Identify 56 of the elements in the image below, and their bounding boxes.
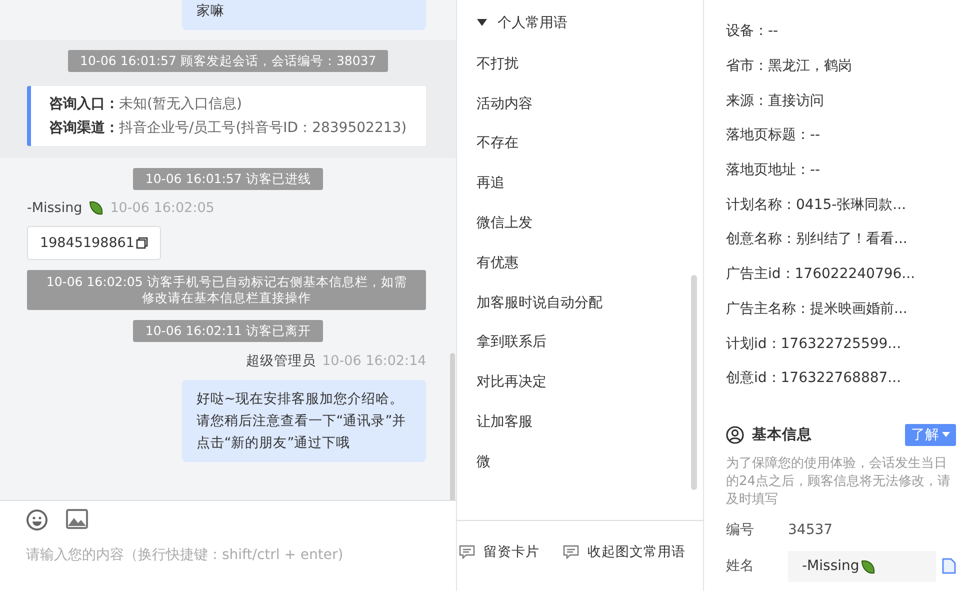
phone-number: 19845198861 [40, 235, 134, 251]
message-input[interactable]: 请输入您的内容（换行快捷键：shift/ctrl + enter) [26, 547, 430, 563]
phrase-item[interactable]: 不存在 [457, 124, 703, 164]
info-row-text: 省市：黑龙江，鹤岗 [726, 57, 853, 76]
image-icon[interactable] [66, 509, 88, 529]
name-field[interactable]: -Missing [788, 550, 936, 582]
system-notice: 10-06 16:02:11 访客已离开 [133, 320, 323, 342]
leaf-icon [860, 558, 876, 575]
phrase-item[interactable]: 让加客服 [457, 402, 703, 442]
scrollbar[interactable] [691, 275, 697, 490]
comment-icon [459, 545, 476, 559]
sender-name: 超级管理员 [246, 352, 316, 370]
phrase-item[interactable]: 加客服时说自动分配 [457, 282, 703, 323]
phrase-item[interactable]: 拿到联系后 [457, 322, 703, 362]
info-row-text: 计划id：176322725599... [726, 334, 902, 354]
scrollbar[interactable] [450, 353, 456, 500]
info-row-text: 设备：-- [726, 22, 780, 42]
source-field: 咨询渠道：抖音企业号/员工号(抖音号ID：2839502213) [49, 119, 408, 137]
info-row-text: 落地页地址：-- [726, 161, 822, 180]
system-notice: 10-06 16:01:57 顾客发起会话，会话编号：38037 [68, 50, 388, 72]
message-bubble: 家嘛 [182, 0, 426, 30]
phrase-item[interactable]: 有优惠 [457, 242, 703, 283]
source-field: 咨询入口：未知(暂无入口信息) [49, 95, 408, 113]
user-icon [726, 426, 744, 444]
phrase-item[interactable]: 不打扰 [457, 44, 703, 84]
field-label: 姓名 [726, 557, 755, 576]
system-notice: 10-06 16:01:57 访客已进线 [133, 168, 323, 190]
info-row-text: 落地页标题：-- [726, 126, 822, 146]
group-label: 个人常用语 [497, 14, 568, 32]
field-value: 34537 [788, 522, 833, 538]
phrase-item[interactable]: 再追 [457, 163, 703, 204]
phrase-action-button[interactable]: 留资卡片 [459, 543, 540, 561]
info-row-text: 创意id：176322768887... [726, 369, 902, 388]
sender-name: -Missing [27, 200, 82, 216]
message-time: 10-06 16:02:14 [322, 353, 426, 369]
system-notice: 10-06 16:02:05 访客手机号已自动标记右侧基本信息栏，如需修改请在基本信息栏直接操作 [27, 270, 426, 310]
comment-icon [563, 545, 580, 559]
info-row-text: 广告主id：176022240796... [726, 265, 916, 284]
info-row-text: 广告主名称：提米映画婚前... [726, 300, 908, 319]
copy-icon[interactable] [136, 237, 148, 249]
message-bubble: 好哒~现在安排客服加您介绍哈。请您稍后注意查看一下“通讯录”并点击“新的朋友”通过下哦 [182, 380, 426, 462]
leaf-icon [88, 200, 104, 216]
phrase-item[interactable]: 对比再决定 [457, 362, 703, 402]
phrase-action-button[interactable]: 收起图文常用语 [563, 543, 686, 561]
notice-text: 为了保障您的使用体验，会话发生当日的24点之后，顾客信息将无法修改，请及时填写 [726, 454, 952, 509]
phrase-item[interactable]: 微信上发 [457, 203, 703, 243]
caret-icon [942, 432, 950, 438]
phrase-item[interactable]: 微 [457, 442, 703, 482]
emoji-icon[interactable] [26, 509, 48, 531]
message-time: 10-06 16:02:05 [110, 200, 214, 216]
info-row-text: 创意名称：别纠结了！看看... [726, 230, 908, 250]
phrase-item[interactable]: 活动内容 [457, 84, 703, 124]
section-title: 基本信息 [752, 426, 813, 444]
info-row-text: 计划名称：0415-张琳同款... [726, 196, 908, 215]
info-row-text: 来源：直接访问 [726, 92, 825, 111]
field-label: 编号 [726, 520, 755, 539]
